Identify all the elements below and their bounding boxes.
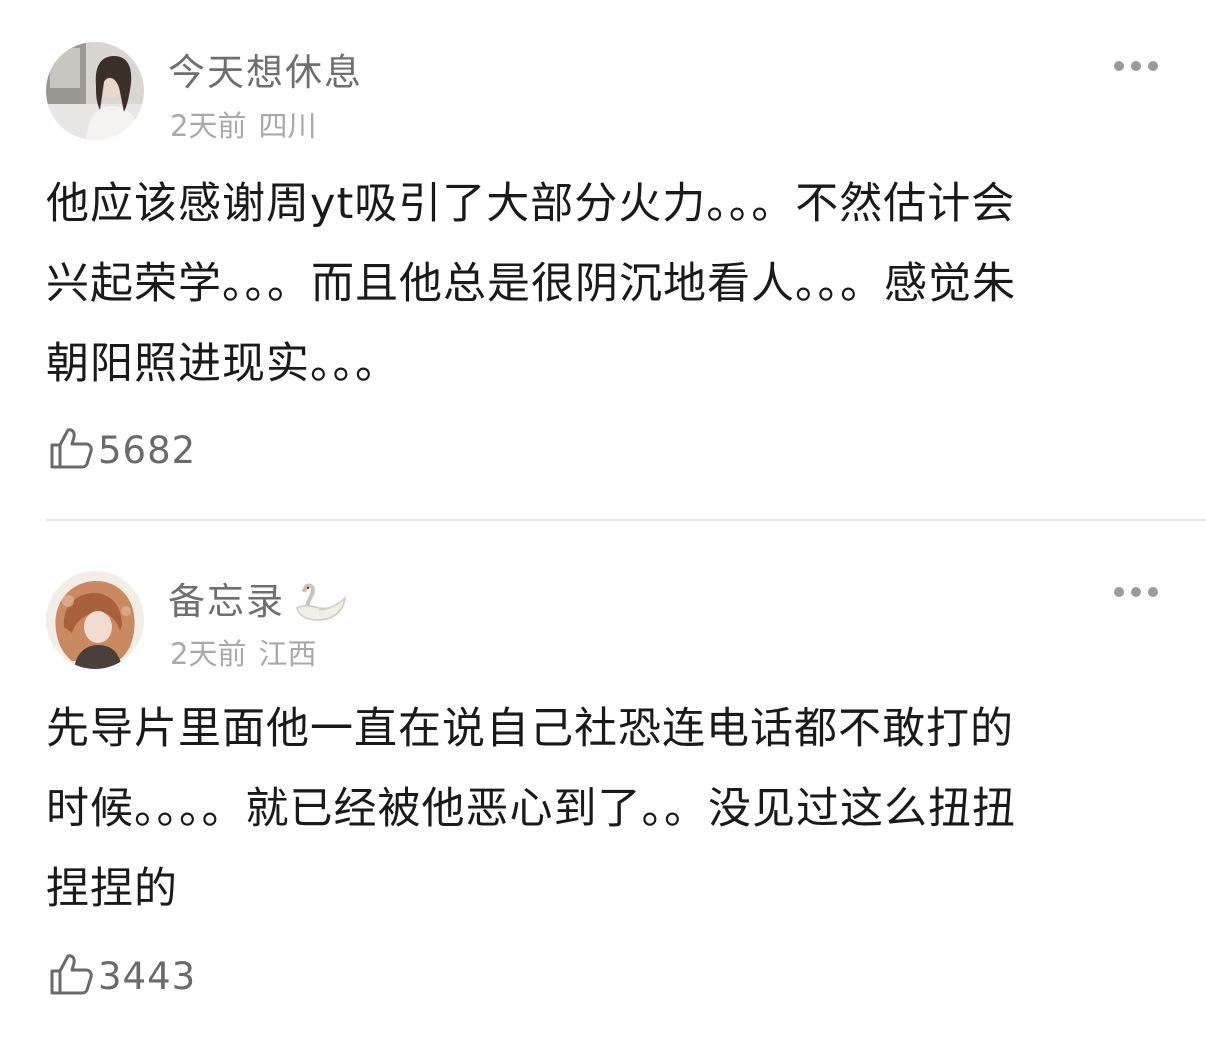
location: 江西 bbox=[258, 637, 317, 671]
swan-icon bbox=[289, 582, 347, 631]
comment-text: 他应该感谢周yt吸引了大部分火力。。。不然估计会 兴起荣学。。。而且他总是很阴沉… bbox=[46, 164, 1166, 404]
post-time: 2天前 bbox=[170, 109, 247, 143]
comment-line: 他应该感谢周yt吸引了大部分火力。。。不然估计会 bbox=[46, 179, 1016, 229]
comment-item: 今天想休息 2天前 四川 他应该感谢周yt吸引了大部分火力。。。不然估计会 兴起荣… bbox=[0, 0, 1206, 520]
thumbs-up-icon bbox=[48, 951, 94, 1001]
username[interactable]: 今天想休息 bbox=[168, 42, 363, 96]
like-button[interactable]: 5682 bbox=[48, 425, 196, 475]
comment-text: 先导片里面他一直在说自己社恐连电话都不敢打的 时候。。。。就已经被他恶心到了。。… bbox=[46, 689, 1166, 929]
avatar[interactable] bbox=[46, 571, 144, 669]
comment-item: 备忘录 2天前 江西 先导片里面他一直在说自己社恐连电话都不敢打的 时候。。。。就… bbox=[0, 521, 1206, 1037]
thumbs-up-icon bbox=[48, 425, 94, 475]
like-button[interactable]: 3443 bbox=[48, 951, 196, 1001]
avatar[interactable] bbox=[46, 42, 144, 140]
username-text: 今天想休息 bbox=[168, 51, 363, 94]
more-icon[interactable] bbox=[1114, 60, 1158, 72]
comment-line: 朝阳照进现实。。。 bbox=[46, 339, 399, 389]
comment-meta: 2天前 四川 bbox=[170, 103, 316, 145]
post-time: 2天前 bbox=[170, 637, 247, 671]
like-count: 5682 bbox=[98, 428, 197, 472]
comment-line: 捏捏的 bbox=[46, 864, 178, 914]
location: 四川 bbox=[258, 109, 317, 143]
comment-line: 先导片里面他一直在说自己社恐连电话都不敢打的 bbox=[46, 704, 1014, 754]
more-icon[interactable] bbox=[1114, 586, 1158, 598]
username[interactable]: 备忘录 bbox=[168, 571, 347, 631]
comment-meta: 2天前 江西 bbox=[170, 631, 316, 673]
comment-line: 时候。。。。就已经被他恶心到了。。没见过这么扭扭 bbox=[46, 784, 1016, 834]
like-count: 3443 bbox=[98, 954, 197, 998]
comment-line: 兴起荣学。。。而且他总是很阴沉地看人。。。感觉朱 bbox=[46, 259, 1016, 309]
username-text: 备忘录 bbox=[168, 580, 285, 623]
